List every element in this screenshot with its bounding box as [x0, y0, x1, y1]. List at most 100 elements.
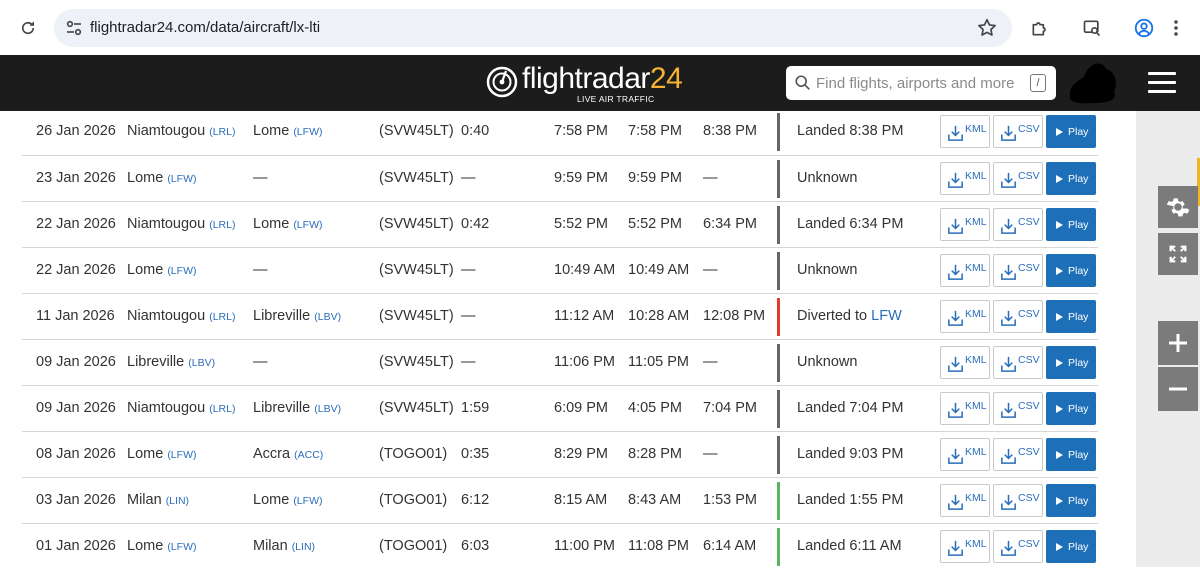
kml-download-button[interactable]: KML	[940, 300, 990, 333]
to-city[interactable]: Libreville	[253, 308, 310, 324]
lens-icon[interactable]	[1080, 16, 1104, 40]
kml-download-button[interactable]: KML	[940, 530, 990, 563]
url-text[interactable]: flightradar24.com/data/aircraft/lx-lti	[90, 19, 320, 36]
play-button[interactable]: Play	[1046, 346, 1096, 379]
play-button[interactable]: Play	[1046, 254, 1096, 287]
to-city[interactable]: Lome	[253, 216, 289, 232]
fullscreen-icon[interactable]	[1158, 233, 1198, 275]
to-airport-code[interactable]: (LIN)	[292, 541, 315, 553]
kml-download-button[interactable]: KML	[940, 208, 990, 241]
play-button[interactable]: Play	[1046, 530, 1096, 563]
search-icon	[794, 74, 812, 92]
from-city[interactable]: Niamtougou	[127, 123, 205, 139]
kml-label: KML	[965, 262, 987, 274]
status-indicator	[777, 113, 780, 151]
from-airport-code[interactable]: (LFW)	[167, 173, 196, 185]
from-airport-code[interactable]: (LFW)	[167, 541, 196, 553]
minus-icon[interactable]	[1158, 367, 1198, 411]
to-airport-code[interactable]: (LBV)	[314, 311, 341, 323]
csv-label: CSV	[1018, 262, 1040, 274]
to-city[interactable]: Lome	[253, 492, 289, 508]
from-airport-code[interactable]: (LFW)	[167, 449, 196, 461]
to-airport-code[interactable]: (ACC)	[294, 449, 323, 461]
to-city[interactable]: —	[253, 170, 268, 186]
tune-icon[interactable]	[64, 18, 84, 38]
csv-download-button[interactable]: CSV	[993, 346, 1043, 379]
flight-duration: 0:40	[461, 123, 490, 139]
to-city[interactable]: Milan	[253, 538, 288, 554]
from-airport-code[interactable]: (LRL)	[209, 311, 235, 323]
to-city[interactable]: Lome	[253, 123, 289, 139]
csv-download-button[interactable]: CSV	[993, 254, 1043, 287]
from-airport-code[interactable]: (LRL)	[209, 126, 235, 138]
play-button[interactable]: Play	[1046, 392, 1096, 425]
to-city[interactable]: Accra	[253, 446, 290, 462]
hamburger-menu-icon[interactable]	[1148, 72, 1176, 94]
from-airport-code[interactable]: (LRL)	[209, 219, 235, 231]
star-icon[interactable]	[976, 17, 998, 39]
to-airport-code[interactable]: (LFW)	[293, 495, 322, 507]
play-button[interactable]: Play	[1046, 162, 1096, 195]
play-label: Play	[1068, 449, 1089, 461]
csv-download-button[interactable]: CSV	[993, 484, 1043, 517]
csv-label: CSV	[1018, 400, 1040, 412]
from-city[interactable]: Niamtougou	[127, 308, 205, 324]
csv-download-button[interactable]: CSV	[993, 530, 1043, 563]
kml-download-button[interactable]: KML	[940, 438, 990, 471]
search-input[interactable]	[816, 69, 1016, 97]
from-airport-code[interactable]: (LFW)	[167, 265, 196, 277]
to-city[interactable]: Libreville	[253, 400, 310, 416]
play-button[interactable]: Play	[1046, 438, 1096, 471]
csv-download-button[interactable]: CSV	[993, 438, 1043, 471]
play-icon	[1056, 451, 1063, 459]
status-text: Landed 6:11 AM	[797, 538, 902, 554]
to-city[interactable]: —	[253, 354, 268, 370]
csv-download-button[interactable]: CSV	[993, 300, 1043, 333]
from-city[interactable]: Niamtougou	[127, 400, 205, 416]
kebab-icon[interactable]	[1164, 16, 1188, 40]
csv-download-button[interactable]: CSV	[993, 162, 1043, 195]
flight-status: Unknown	[797, 170, 857, 186]
to-airport-code[interactable]: (LBV)	[314, 403, 341, 415]
scheduled-arrival: 8:38 PM	[703, 123, 757, 139]
from-airport-code[interactable]: (LBV)	[188, 357, 215, 369]
csv-download-button[interactable]: CSV	[993, 115, 1043, 148]
address-bar[interactable]: flightradar24.com/data/aircraft/lx-lti	[54, 9, 1012, 47]
kml-download-button[interactable]: KML	[940, 484, 990, 517]
play-button[interactable]: Play	[1046, 115, 1096, 148]
user-avatar[interactable]	[1064, 55, 1120, 105]
from-city[interactable]: Libreville	[127, 354, 184, 370]
from-city[interactable]: Lome	[127, 446, 163, 462]
play-button[interactable]: Play	[1046, 208, 1096, 241]
play-button[interactable]: Play	[1046, 300, 1096, 333]
radar-icon	[486, 66, 518, 98]
play-icon	[1056, 405, 1063, 413]
from-city[interactable]: Lome	[127, 170, 163, 186]
csv-download-button[interactable]: CSV	[993, 208, 1043, 241]
scheduled-departure: 11:06 PM	[554, 354, 615, 370]
play-button[interactable]: Play	[1046, 484, 1096, 517]
to-city[interactable]: —	[253, 262, 268, 278]
kml-download-button[interactable]: KML	[940, 254, 990, 287]
fr24-logo[interactable]: flightradar24 LIVE AIR TRAFFIC	[486, 62, 686, 104]
kml-download-button[interactable]: KML	[940, 346, 990, 379]
reload-icon[interactable]	[16, 16, 40, 40]
search-box[interactable]: /	[786, 66, 1056, 100]
from-airport-code[interactable]: (LIN)	[166, 495, 189, 507]
from-city[interactable]: Lome	[127, 262, 163, 278]
gear-icon[interactable]	[1158, 186, 1198, 228]
profile-icon[interactable]	[1132, 16, 1156, 40]
kml-download-button[interactable]: KML	[940, 162, 990, 195]
to-airport-code[interactable]: (LFW)	[293, 126, 322, 138]
from-city[interactable]: Niamtougou	[127, 216, 205, 232]
kml-download-button[interactable]: KML	[940, 115, 990, 148]
from-city[interactable]: Milan	[127, 492, 162, 508]
puzzle-icon[interactable]	[1028, 16, 1052, 40]
from-airport-code[interactable]: (LRL)	[209, 403, 235, 415]
kml-download-button[interactable]: KML	[940, 392, 990, 425]
to-airport-code[interactable]: (LFW)	[293, 219, 322, 231]
from-city[interactable]: Lome	[127, 538, 163, 554]
csv-download-button[interactable]: CSV	[993, 392, 1043, 425]
plus-icon[interactable]	[1158, 321, 1198, 365]
status-airport-link[interactable]: LFW	[871, 308, 902, 324]
